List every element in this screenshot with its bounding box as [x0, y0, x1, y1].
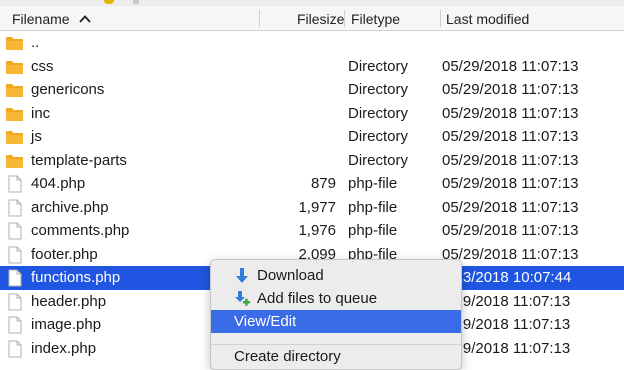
- file-modified: 05/29/2018 11:07:13: [442, 222, 579, 239]
- file-type: Directory: [348, 104, 409, 122]
- add-to-queue-icon: [233, 290, 251, 308]
- file-type: php-file: [348, 198, 398, 216]
- file-modified: 05/29/2018 11:07:13: [442, 104, 579, 122]
- file-name: js: [31, 128, 42, 145]
- menu-item-create-directory-label: Create directory: [234, 348, 341, 365]
- file-name: header.php: [31, 292, 107, 310]
- folder-icon: [5, 81, 24, 99]
- file-modified: 05/29/2018 11:07:13: [442, 198, 579, 216]
- file-name: archive.php: [31, 198, 109, 216]
- folder-icon: [5, 152, 24, 170]
- file-name: genericons: [31, 81, 105, 98]
- column-header-filetype[interactable]: Filetype: [351, 6, 400, 30]
- column-divider[interactable]: [440, 10, 441, 27]
- file-name: footer.php: [31, 245, 98, 263]
- column-header-filename[interactable]: Filename: [12, 6, 91, 30]
- menu-item-view-edit-label: View/Edit: [234, 313, 297, 330]
- column-header-last-modified[interactable]: Last modified: [446, 6, 529, 30]
- file-modified: 05/29/2018 11:07:13: [442, 128, 579, 145]
- file-icon: [5, 293, 24, 311]
- file-modified: 05/29/2018 11:07:13: [442, 81, 579, 98]
- table-row[interactable]: 404.php 879 php-file 05/29/2018 11:07:13: [0, 172, 624, 196]
- file-name: template-parts: [31, 151, 127, 169]
- file-type: Directory: [348, 128, 409, 145]
- file-name: ..: [31, 34, 40, 51]
- file-type: Directory: [348, 57, 409, 75]
- menu-item-view-edit[interactable]: View/Edit: [211, 310, 461, 333]
- file-icon: [5, 199, 24, 217]
- file-name: inc: [31, 104, 51, 122]
- menu-item-download[interactable]: Download: [211, 264, 461, 287]
- file-icon: [5, 316, 24, 334]
- file-size: 1,976: [298, 222, 336, 239]
- file-size: 879: [310, 175, 336, 192]
- table-row[interactable]: template-parts Directory 05/29/2018 11:07:…: [0, 149, 624, 173]
- file-type: Directory: [348, 151, 409, 169]
- menu-item-download-label: Download: [257, 267, 324, 284]
- table-row[interactable]: inc Directory 05/29/2018 11:07:13: [0, 102, 624, 126]
- column-header-filename-label: Filename: [12, 11, 70, 27]
- file-icon: [5, 222, 24, 240]
- file-modified: 05/29/2018 11:07:13: [442, 245, 579, 263]
- column-divider[interactable]: [259, 10, 260, 27]
- folder-icon: [5, 105, 24, 123]
- file-icon: [5, 175, 24, 193]
- column-divider[interactable]: [344, 10, 345, 27]
- file-type: php-file: [348, 175, 398, 192]
- file-name: css: [31, 57, 54, 75]
- table-row[interactable]: comments.php 1,976 php-file 05/29/2018 11:0…: [0, 219, 624, 243]
- sort-ascending-icon: [78, 5, 91, 31]
- column-header: Filename Filesize Filetype Last modified: [0, 6, 624, 31]
- column-header-filesize[interactable]: Filesize: [297, 6, 344, 30]
- toolbar-remnant-icon: [104, 0, 114, 4]
- file-size: 1,977: [298, 198, 336, 216]
- file-name: image.php: [31, 316, 102, 333]
- file-modified: 05/29/2018 11:07:13: [442, 175, 579, 192]
- file-type: Directory: [348, 81, 409, 98]
- menu-item-add-to-queue-label: Add files to queue: [257, 290, 378, 307]
- table-row[interactable]: ..: [0, 31, 624, 55]
- download-icon: [233, 267, 251, 285]
- table-row[interactable]: archive.php 1,977 php-file 05/29/2018 11:07…: [0, 196, 624, 220]
- file-icon: [5, 340, 24, 358]
- menu-item-add-to-queue[interactable]: Add files to queue: [211, 287, 461, 310]
- context-menu: Download Add files to queue View/Edit Cr…: [210, 259, 462, 370]
- file-name: index.php: [31, 339, 97, 357]
- table-row[interactable]: genericons Directory 05/29/2018 11:07:13: [0, 78, 624, 102]
- file-icon: [5, 246, 24, 264]
- toolbar-remnant-icon-2: [133, 0, 139, 4]
- folder-icon: [5, 58, 24, 76]
- file-name: comments.php: [31, 222, 130, 239]
- file-icon: [5, 269, 24, 287]
- file-name: 404.php: [31, 175, 86, 192]
- table-row[interactable]: js Directory 05/29/2018 11:07:13: [0, 125, 624, 149]
- file-modified: 05/29/2018 11:07:13: [442, 57, 579, 75]
- table-row[interactable]: css Directory 05/29/2018 11:07:13: [0, 55, 624, 79]
- file-modified: 05/29/2018 11:07:13: [442, 151, 579, 169]
- file-name: functions.php: [31, 269, 121, 286]
- folder-icon: [5, 128, 24, 146]
- menu-item-create-directory[interactable]: Create directory: [211, 345, 461, 368]
- file-type: php-file: [348, 222, 398, 239]
- folder-icon: [5, 34, 24, 52]
